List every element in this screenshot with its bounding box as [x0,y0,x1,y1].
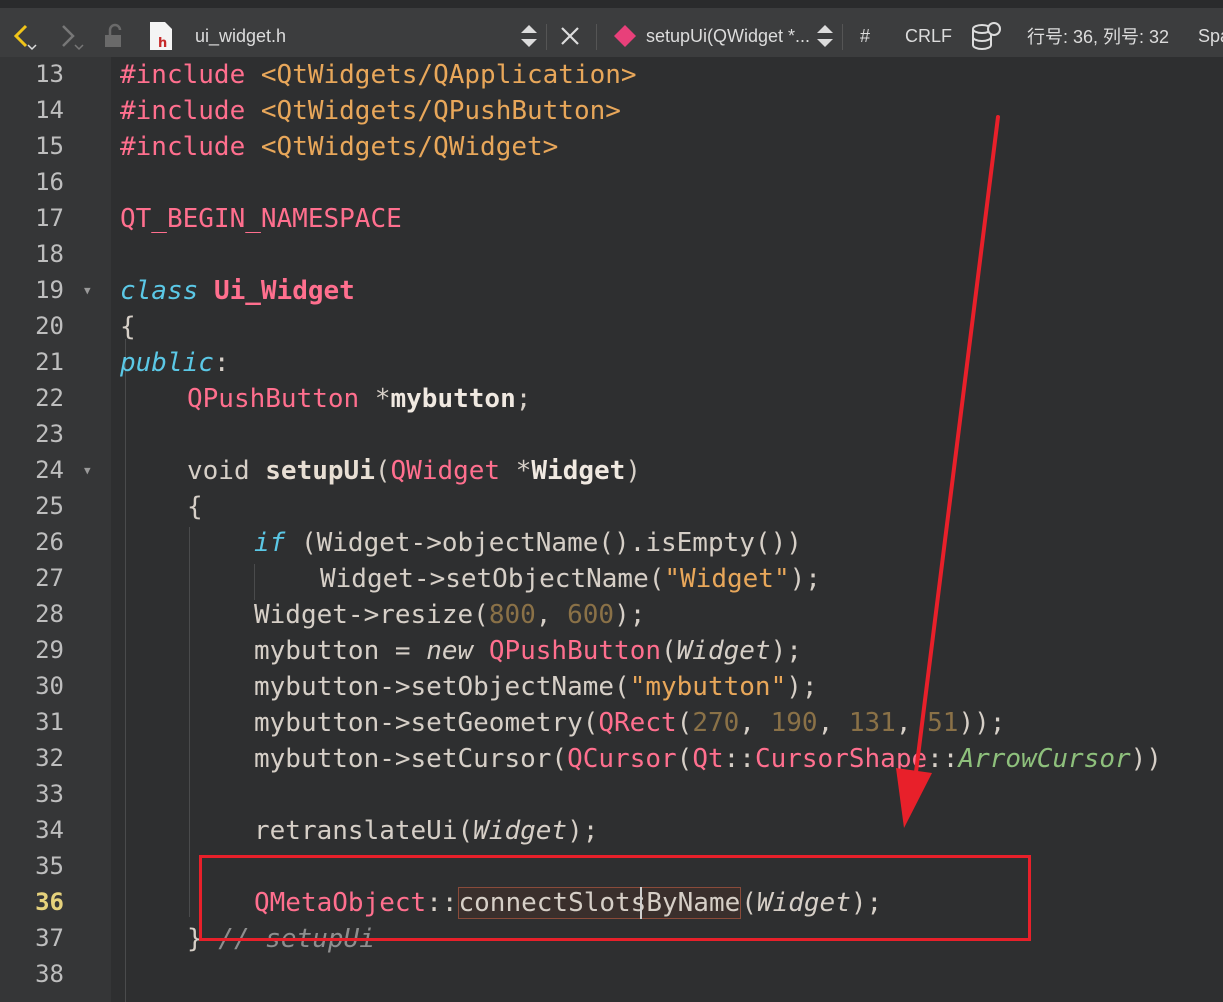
annotation-arrow [896,115,1000,828]
